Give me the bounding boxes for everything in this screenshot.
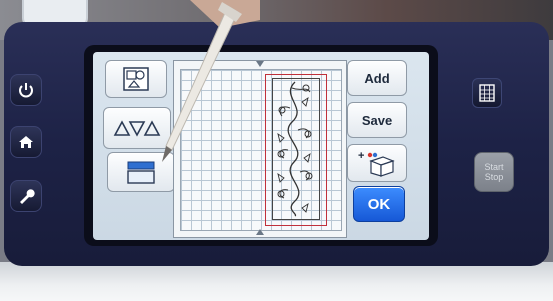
device-base: [0, 262, 553, 301]
home-button[interactable]: [10, 126, 42, 158]
ok-button[interactable]: OK: [353, 186, 405, 222]
start-label: Start: [484, 162, 504, 172]
ok-button-label: OK: [367, 195, 391, 213]
stop-label: Stop: [484, 172, 504, 182]
add-to-box-icon: +: [358, 150, 395, 177]
mat-load-button[interactable]: [472, 78, 502, 108]
add-button-label: Add: [364, 70, 390, 86]
svg-text:+: +: [358, 150, 364, 162]
power-button[interactable]: [10, 74, 42, 106]
layers-tool-button[interactable]: [107, 152, 175, 192]
wrench-icon: [20, 189, 35, 204]
layers-icon: [127, 161, 155, 184]
shapes-icon: [123, 67, 149, 91]
save-button[interactable]: Save: [347, 102, 407, 138]
mat-grid-icon: [479, 84, 495, 102]
top-marker-icon: [256, 61, 264, 67]
power-icon: [19, 83, 33, 98]
add-button[interactable]: Add: [347, 60, 407, 96]
touch-screen: Add Save + OK: [93, 52, 429, 240]
home-icon: [19, 136, 33, 148]
bottom-marker-icon: [256, 229, 264, 235]
mat-preview[interactable]: [173, 60, 347, 238]
start-stop-button[interactable]: Start Stop: [474, 152, 514, 192]
add-to-box-button[interactable]: +: [347, 144, 407, 182]
mat-grid: [180, 69, 342, 231]
floral-vine-design: [277, 81, 313, 217]
settings-button[interactable]: [10, 180, 42, 212]
triangles-icon: [113, 120, 161, 137]
triangles-tool-button[interactable]: [103, 107, 171, 149]
shapes-tool-button[interactable]: [105, 60, 167, 98]
save-button-label: Save: [361, 112, 393, 128]
